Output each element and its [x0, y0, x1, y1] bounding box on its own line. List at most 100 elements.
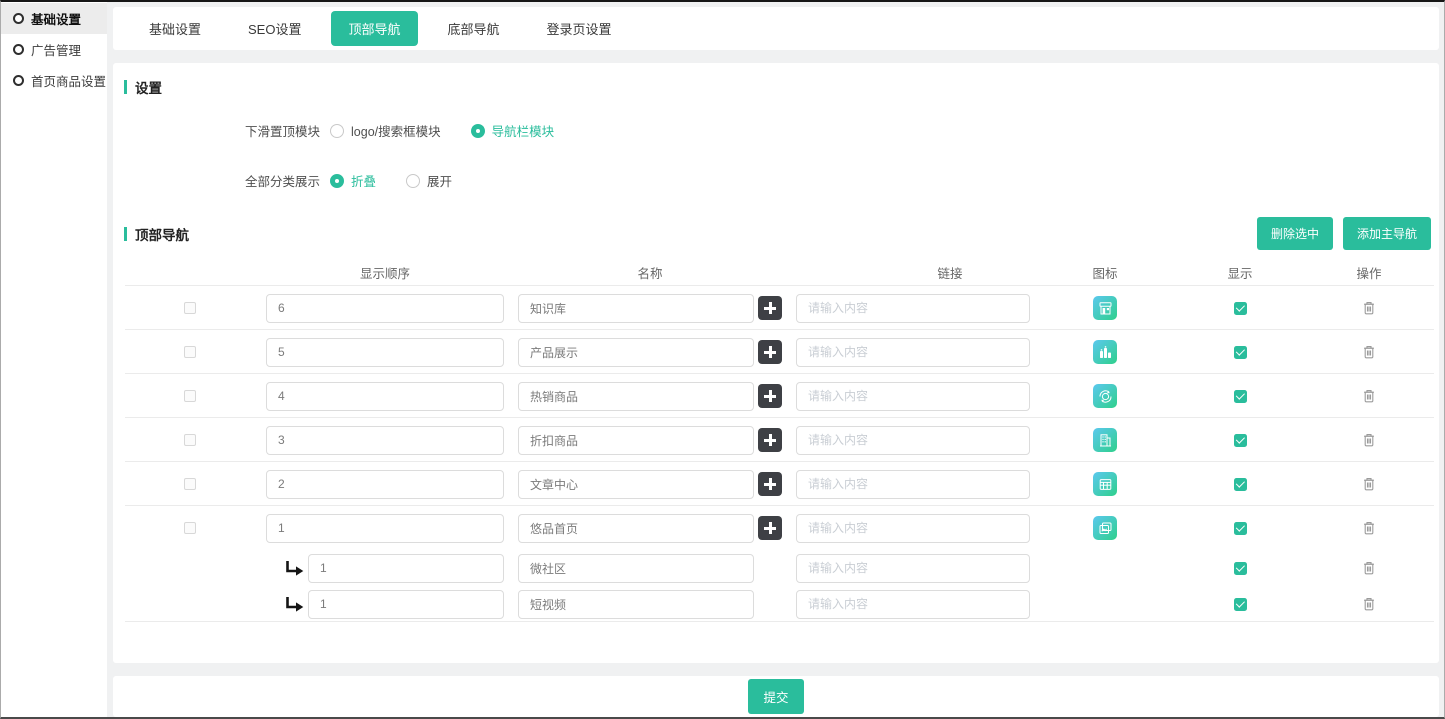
row-select-checkbox[interactable]	[184, 390, 196, 402]
sidebar-item-label: 首页商品设置	[31, 71, 106, 90]
refresh-globe-icon[interactable]	[1093, 384, 1117, 408]
link-input[interactable]	[796, 338, 1030, 367]
subnav-arrow-icon	[284, 596, 305, 613]
section-bar-icon	[124, 80, 127, 94]
add-subnav-button[interactable]	[758, 472, 782, 496]
add-subnav-button[interactable]	[758, 340, 782, 364]
subname-input[interactable]	[518, 554, 754, 583]
table-row-group	[113, 506, 1439, 622]
link-input[interactable]	[796, 470, 1030, 499]
delete-row-icon[interactable]	[1363, 477, 1375, 491]
row-select-checkbox[interactable]	[184, 302, 196, 314]
delete-row-icon[interactable]	[1363, 561, 1375, 575]
add-main-nav-button[interactable]: 添加主导航	[1343, 217, 1431, 250]
products-icon[interactable]	[1093, 340, 1117, 364]
footer-bar: 提交	[113, 676, 1439, 717]
setting-label: 下滑置顶模块	[245, 121, 320, 140]
radio-collapsed[interactable]: 折叠	[330, 171, 376, 190]
building-icon[interactable]	[1093, 428, 1117, 452]
sublink-input[interactable]	[796, 590, 1030, 619]
name-input[interactable]	[518, 470, 754, 499]
sidebar-item-basic-settings[interactable]: 基础设置	[1, 3, 107, 34]
scroll-top-module-setting: 下滑置顶模块 logo/搜索框模块 导航栏模块	[245, 121, 1439, 140]
visible-checkbox[interactable]	[1234, 302, 1247, 315]
header-action: 操作	[1300, 263, 1438, 282]
order-input[interactable]	[266, 294, 504, 323]
delete-selected-button[interactable]: 删除选中	[1257, 217, 1333, 250]
settings-section-title: 设置	[135, 77, 162, 97]
radio-navbar-module[interactable]: 导航栏模块	[471, 121, 555, 140]
delete-row-icon[interactable]	[1363, 301, 1375, 315]
radio-logo-search-module[interactable]: logo/搜索框模块	[330, 121, 441, 140]
add-subnav-button[interactable]	[758, 296, 782, 320]
delete-row-icon[interactable]	[1363, 389, 1375, 403]
tab-basic-settings[interactable]: 基础设置	[132, 11, 218, 46]
section-bar-icon	[124, 227, 127, 241]
visible-checkbox[interactable]	[1234, 478, 1247, 491]
table-row	[113, 506, 1439, 550]
link-input[interactable]	[796, 294, 1030, 323]
name-input[interactable]	[518, 382, 754, 411]
order-input[interactable]	[266, 470, 504, 499]
tab-seo-settings[interactable]: SEO设置	[231, 11, 318, 46]
radio-expanded[interactable]: 展开	[406, 171, 452, 190]
visible-checkbox[interactable]	[1234, 562, 1247, 575]
storefront-icon[interactable]	[1093, 296, 1117, 320]
visible-checkbox[interactable]	[1234, 522, 1247, 535]
circle-bullet-icon	[13, 44, 24, 55]
suborder-input[interactable]	[308, 554, 504, 583]
visible-checkbox[interactable]	[1234, 598, 1247, 611]
radio-icon	[330, 174, 344, 188]
order-input[interactable]	[266, 514, 504, 543]
radio-label: 展开	[427, 171, 452, 190]
visible-checkbox[interactable]	[1234, 346, 1247, 359]
name-input[interactable]	[518, 294, 754, 323]
order-input[interactable]	[266, 382, 504, 411]
add-subnav-button[interactable]	[758, 428, 782, 452]
pages-icon[interactable]	[1093, 516, 1117, 540]
link-input[interactable]	[796, 426, 1030, 455]
name-input[interactable]	[518, 338, 754, 367]
app-window: 基础设置 广告管理 首页商品设置 基础设置 SEO设置 顶部导航 底部导航 登录…	[0, 0, 1445, 719]
radio-label: 折叠	[351, 171, 376, 190]
suborder-input[interactable]	[308, 590, 504, 619]
sublink-input[interactable]	[796, 554, 1030, 583]
header-link: 链接	[833, 263, 1067, 282]
schedule-icon[interactable]	[1093, 472, 1117, 496]
submit-button[interactable]: 提交	[748, 679, 803, 714]
delete-row-icon[interactable]	[1363, 345, 1375, 359]
subname-input[interactable]	[518, 590, 754, 619]
link-input[interactable]	[796, 382, 1030, 411]
sidebar-item-label: 广告管理	[31, 40, 81, 59]
visible-checkbox[interactable]	[1234, 390, 1247, 403]
order-input[interactable]	[266, 338, 504, 367]
name-input[interactable]	[518, 514, 754, 543]
setting-label: 全部分类展示	[245, 171, 320, 190]
row-select-checkbox[interactable]	[184, 434, 196, 446]
category-display-setting: 全部分类展示 折叠 展开	[245, 171, 1439, 190]
sidebar: 基础设置 广告管理 首页商品设置	[1, 2, 107, 717]
order-input[interactable]	[266, 426, 504, 455]
tab-login-page-settings[interactable]: 登录页设置	[530, 11, 629, 46]
row-select-checkbox[interactable]	[184, 346, 196, 358]
tab-bottom-navigation[interactable]: 底部导航	[431, 11, 517, 46]
sidebar-item-ad-management[interactable]: 广告管理	[1, 34, 107, 65]
sidebar-item-home-product-settings[interactable]: 首页商品设置	[1, 65, 107, 96]
add-subnav-button[interactable]	[758, 516, 782, 540]
row-select-checkbox[interactable]	[184, 522, 196, 534]
name-input[interactable]	[518, 426, 754, 455]
circle-bullet-icon	[13, 13, 24, 24]
radio-label: logo/搜索框模块	[351, 121, 441, 140]
delete-row-icon[interactable]	[1363, 597, 1375, 611]
table-row	[113, 462, 1439, 506]
add-subnav-button[interactable]	[758, 384, 782, 408]
tab-top-navigation[interactable]: 顶部导航	[331, 11, 417, 46]
delete-row-icon[interactable]	[1363, 521, 1375, 535]
main-area: 基础设置 SEO设置 顶部导航 底部导航 登录页设置 设置 下滑置顶模块 log…	[107, 2, 1444, 717]
settings-section-header: 设置	[124, 77, 1439, 97]
visible-checkbox[interactable]	[1234, 434, 1247, 447]
delete-row-icon[interactable]	[1363, 433, 1375, 447]
table-subrow	[113, 586, 1439, 622]
row-select-checkbox[interactable]	[184, 478, 196, 490]
link-input[interactable]	[796, 514, 1030, 543]
